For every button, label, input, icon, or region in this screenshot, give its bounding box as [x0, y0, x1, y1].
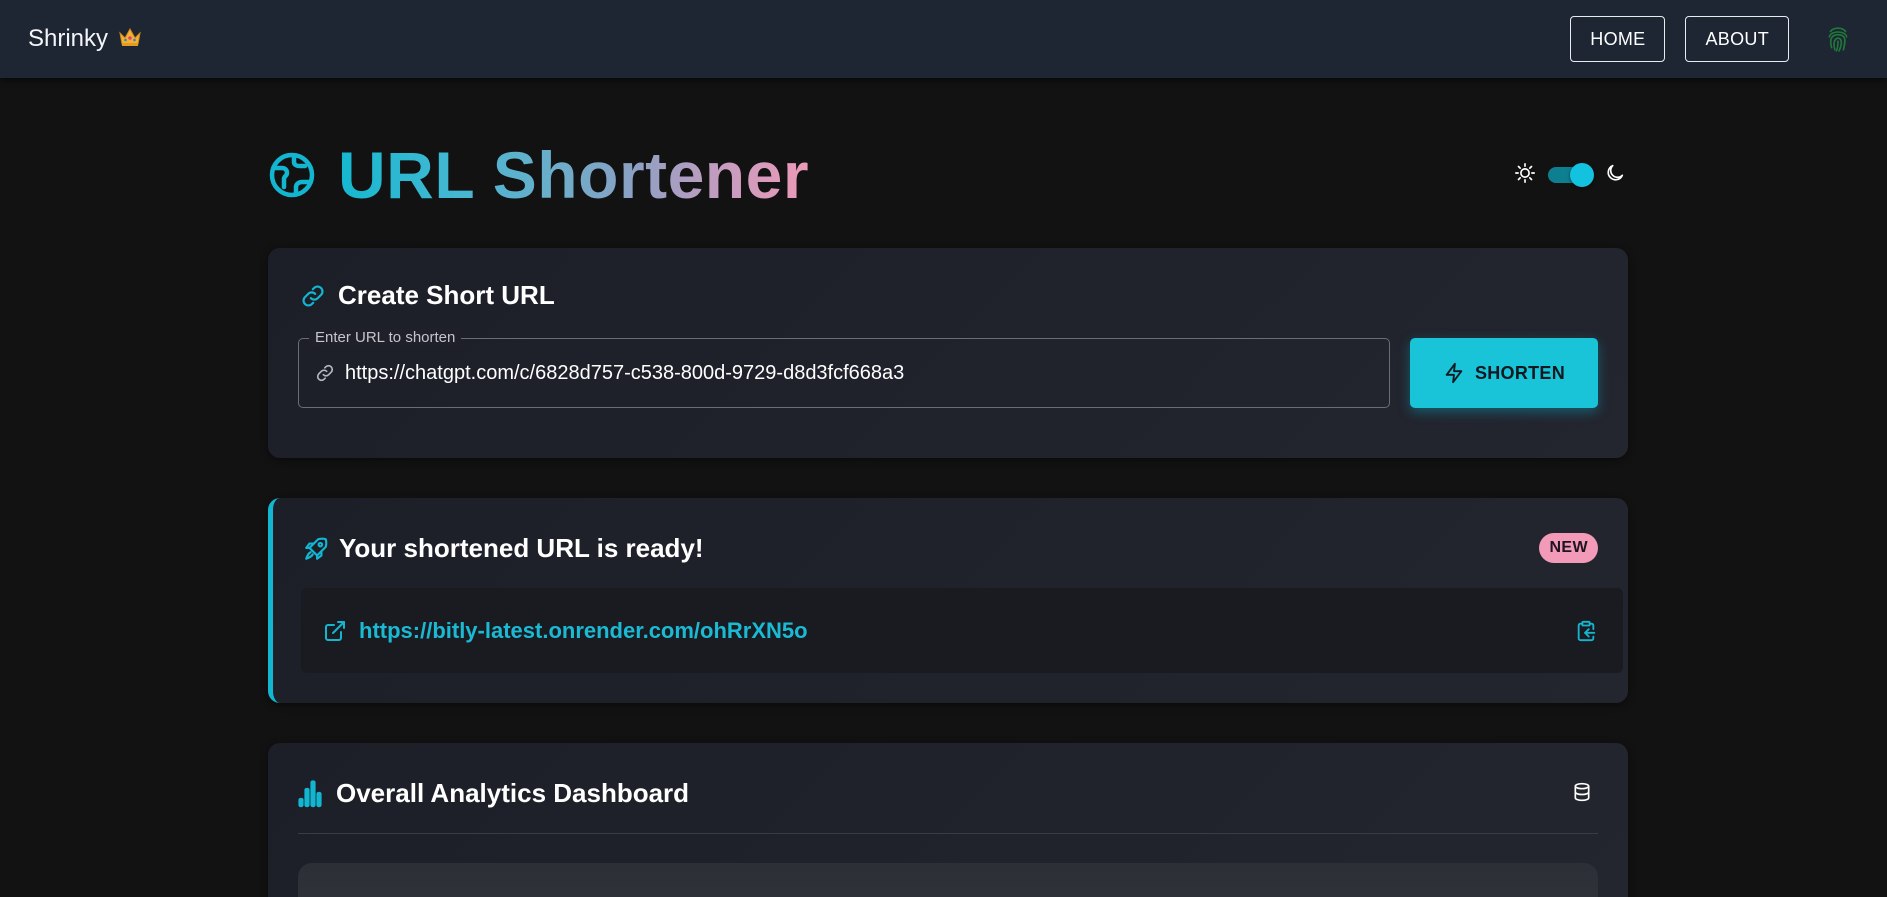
fingerprint-icon[interactable]: [1825, 25, 1851, 53]
new-badge: NEW: [1539, 533, 1598, 563]
short-url-box: https://bitly-latest.onrender.com/ohRrXN…: [301, 588, 1623, 673]
crown-icon: [118, 26, 142, 52]
clipboard-copy-icon: [1575, 620, 1597, 642]
switch-thumb[interactable]: [1570, 163, 1594, 187]
about-button[interactable]: ABOUT: [1685, 16, 1789, 62]
link-icon: [300, 283, 326, 309]
analytics-dashboard-card: Overall Analytics Dashboard: [268, 743, 1628, 897]
short-url-link[interactable]: https://bitly-latest.onrender.com/ohRrXN…: [359, 618, 808, 644]
url-input[interactable]: [345, 339, 1389, 407]
app-name: Shrinky: [28, 25, 109, 52]
divider: [298, 833, 1598, 834]
create-card-title: Create Short URL: [338, 280, 555, 310]
bar-chart-icon: [298, 779, 324, 808]
shorten-button-label: SHORTEN: [1474, 362, 1566, 383]
brand[interactable]: Shrinky: [28, 25, 142, 53]
main-nav: HOME ABOUT: [1570, 16, 1859, 62]
page-title: URL Shortener: [338, 138, 810, 212]
moon-icon: [1604, 162, 1626, 189]
analytics-card-title: Overall Analytics Dashboard: [336, 778, 690, 808]
home-button[interactable]: HOME: [1570, 16, 1666, 62]
url-field: Enter URL to shorten: [298, 329, 1390, 408]
external-link-icon[interactable]: [323, 619, 347, 643]
bolt-icon: [1443, 362, 1465, 384]
top-navbar: Shrinky HOME ABOUT: [0, 0, 1887, 78]
create-short-url-card: Create Short URL Enter URL to shorten SH…: [268, 248, 1628, 458]
theme-toggle: [1514, 162, 1626, 189]
copy-button[interactable]: [1575, 620, 1597, 642]
database-icon: [1572, 781, 1592, 803]
sun-icon: [1514, 162, 1536, 189]
link-icon: [315, 363, 335, 383]
analytics-panel: [298, 863, 1598, 897]
rocket-icon: [303, 536, 329, 562]
url-field-label: Enter URL to shorten: [309, 329, 462, 346]
result-card-title: Your shortened URL is ready!: [339, 533, 704, 563]
globe-icon: [268, 151, 316, 199]
shortened-url-card: Your shortened URL is ready! NEW https:/…: [268, 498, 1628, 703]
result-card-header: Your shortened URL is ready!: [303, 533, 704, 564]
database-button[interactable]: [1572, 781, 1592, 803]
analytics-card-header: Overall Analytics Dashboard: [298, 778, 689, 809]
shorten-button[interactable]: SHORTEN: [1410, 338, 1598, 408]
dark-mode-switch[interactable]: [1546, 163, 1594, 187]
page-header: URL Shortener: [268, 138, 1628, 212]
create-card-header: Create Short URL: [300, 280, 555, 311]
